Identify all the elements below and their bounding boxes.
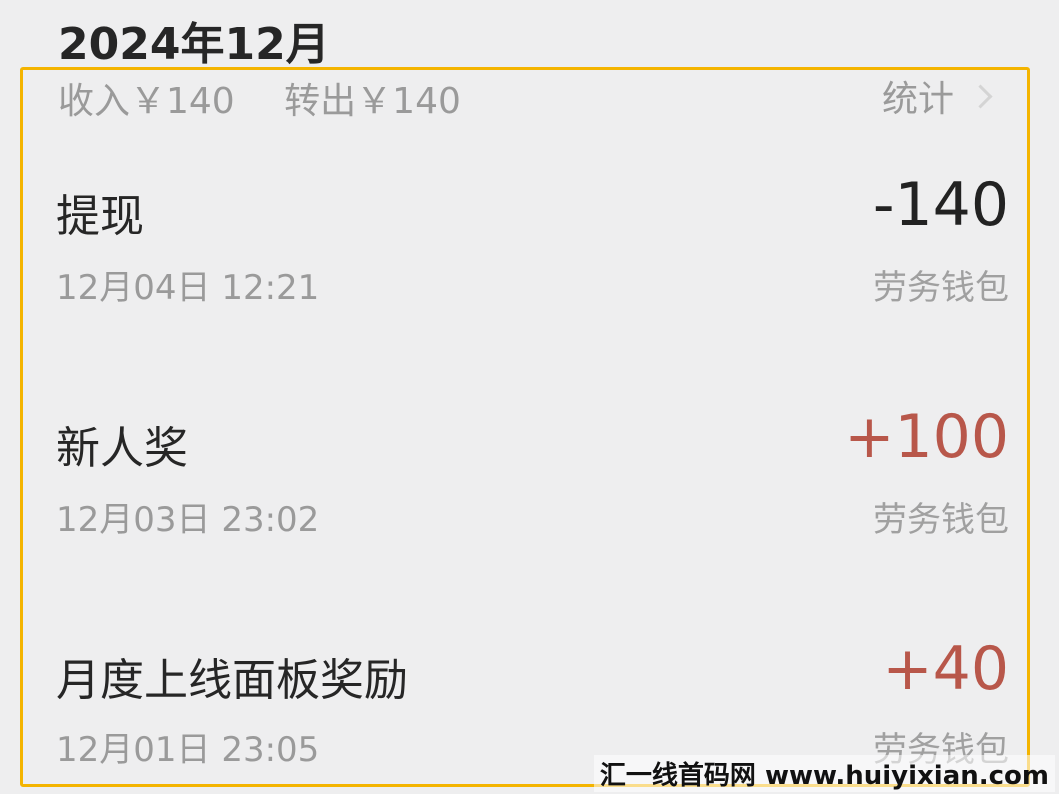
transaction-amount: -140 [872,170,1009,240]
monthly-summary: 收入￥140 转出￥140 [58,72,499,124]
transfer-out-total: 转出￥140 [284,81,461,122]
transaction-title: 提现 [56,191,144,242]
transaction-amount: +40 [882,634,1009,704]
transaction-wallet: 劳务钱包 [873,500,1009,540]
transaction-time: 12月03日 23:02 [56,500,320,540]
transaction-time: 12月01日 23:05 [56,730,320,770]
watermark: 汇一线首码网 www.huiyixian.com [593,755,1055,792]
transaction-title: 新人奖 [56,423,188,474]
statistics-link[interactable]: 统计 [882,70,993,122]
transaction-amount: +100 [844,402,1009,472]
month-title: 2024年12月 [58,19,330,70]
transaction-time: 12月04日 12:21 [56,268,320,308]
income-total: 收入￥140 [58,81,235,122]
chevron-right-icon [968,83,993,109]
statistics-label: 统计 [882,79,955,120]
transaction-title: 月度上线面板奖励 [56,655,408,706]
transaction-wallet: 劳务钱包 [873,268,1009,308]
